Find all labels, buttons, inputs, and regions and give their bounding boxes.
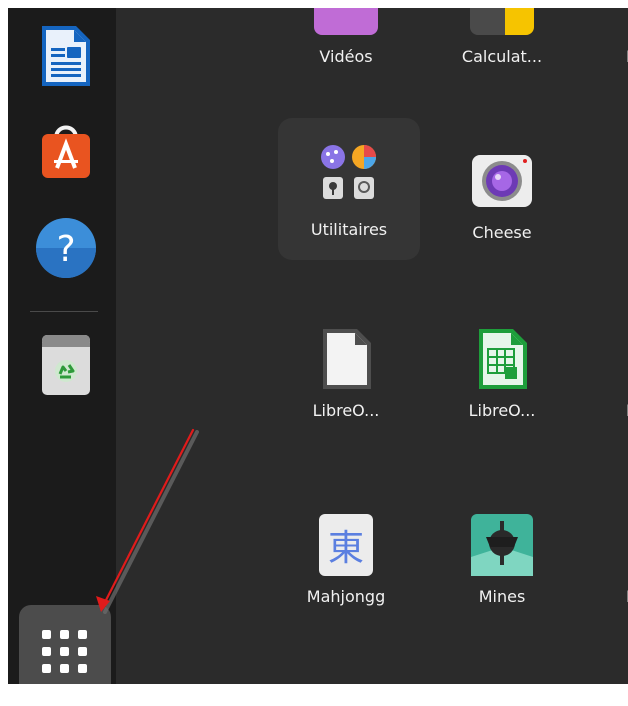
dock-item-software[interactable] (34, 116, 98, 180)
utilities-folder-icon (316, 140, 382, 206)
app-grid-icon (78, 629, 87, 639)
help-glyph: ? (56, 229, 75, 270)
app-mahjongg[interactable]: 東 Mahjongg (276, 486, 416, 626)
folder-preview-icon (321, 145, 376, 199)
app-grid-icon (42, 663, 51, 673)
app-grid-icon (78, 646, 87, 656)
app-partial-e[interactable]: É (588, 8, 628, 86)
calculator-icon (469, 8, 535, 38)
trash-icon (42, 335, 90, 395)
app-grid-icon (60, 663, 69, 673)
app-grid-icon (60, 646, 69, 656)
cheese-icon (469, 148, 535, 214)
app-calculator[interactable]: Calculat... (432, 8, 572, 86)
app-label: Cheese (472, 223, 532, 242)
app-label: Calculat... (461, 47, 543, 66)
app-grid-icon (42, 646, 51, 656)
app-videos[interactable]: Vidéos (276, 8, 416, 86)
app-grid-icon (60, 629, 69, 639)
desktop-screen: ? Vidéos Calculat... Utilitaires Cheese … (8, 8, 628, 684)
mahjongg-icon: 東 (313, 512, 379, 578)
app-label: LibreO... (312, 401, 380, 420)
show-applications-button[interactable] (19, 605, 111, 684)
videos-icon (313, 8, 379, 38)
app-label: Mahjongg (306, 587, 386, 606)
app-grid-icon (42, 629, 51, 639)
app-libreoffice[interactable]: LibreO... (276, 300, 416, 440)
calc-icon (469, 326, 535, 392)
folder-utilitaires[interactable]: Utilitaires (278, 118, 420, 260)
dock-item-help[interactable]: ? (34, 216, 98, 280)
app-cheese[interactable]: Cheese (432, 122, 572, 262)
writer-icon (42, 26, 90, 86)
app-label: Vidéos (319, 47, 373, 66)
dock-item-writer[interactable] (34, 24, 98, 88)
libreoffice-icon (313, 326, 379, 392)
dock: ? (8, 8, 116, 684)
folder-label: Utilitaires (310, 220, 388, 239)
app-grid: Vidéos Calculat... É (116, 8, 628, 684)
app-partial-l[interactable]: L (588, 300, 628, 440)
app-partial-p[interactable]: P (588, 486, 628, 626)
app-label: LibreO... (468, 401, 536, 420)
dock-item-trash[interactable] (34, 332, 98, 396)
mahjongg-glyph: 東 (327, 528, 364, 569)
app-mines[interactable]: Mines (432, 486, 572, 626)
software-store-icon (42, 125, 90, 178)
help-icon: ? (36, 218, 96, 278)
app-libreoffice-calc[interactable]: LibreO... (432, 300, 572, 440)
mines-icon (469, 512, 535, 578)
app-label: Mines (478, 587, 526, 606)
dock-separator (30, 311, 98, 312)
app-grid-icon (78, 663, 87, 673)
